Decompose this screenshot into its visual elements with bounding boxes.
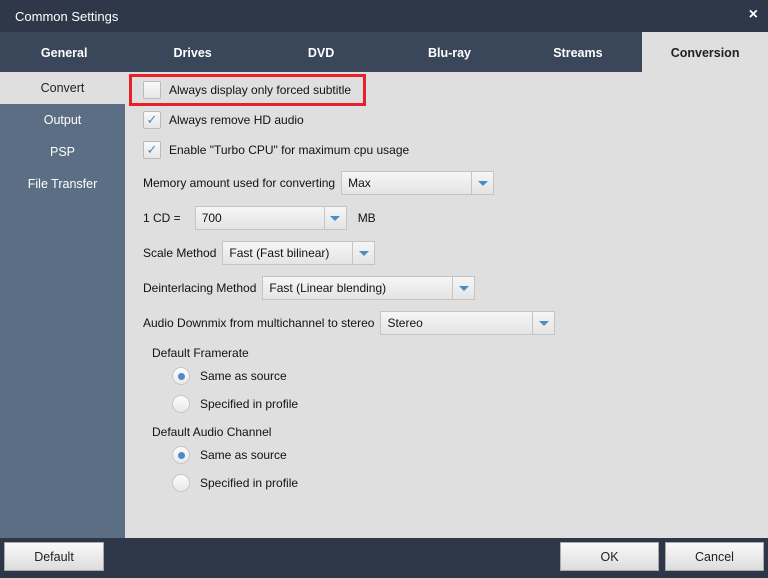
ok-button[interactable]: OK [560,542,659,571]
framerate-label: Default Framerate [152,346,249,360]
chevron-down-icon[interactable] [323,207,346,229]
footer-bar: Default OK Cancel [0,538,768,578]
cd-size-value: 700 [201,211,222,225]
checkbox-unchecked-icon[interactable] [143,81,161,99]
title-bar: Common Settings × [0,0,768,32]
sidebar-item-file-transfer[interactable]: File Transfer [0,168,125,200]
forced-subtitle-checkbox[interactable]: Always display only forced subtitle [143,81,351,99]
turbo-cpu-label: Enable "Turbo CPU" for maximum cpu usage [169,143,410,157]
default-button[interactable]: Default [4,542,104,571]
radio-icon[interactable] [172,474,190,492]
chevron-down-icon[interactable] [352,242,374,264]
audio-same-radio[interactable]: Same as source [172,446,287,464]
cancel-button[interactable]: Cancel [665,542,764,571]
sidebar: Convert Output PSP File Transfer [0,72,125,538]
memory-label: Memory amount used for converting [143,176,336,190]
radio-label: Same as source [200,369,287,383]
memory-select[interactable]: Max [341,171,495,195]
radio-selected-icon[interactable] [172,446,190,464]
radio-selected-icon[interactable] [172,367,190,385]
tab-general[interactable]: General [0,32,128,72]
tab-bar: General Drives DVD Blu-ray Streams Conve… [0,32,768,72]
radio-label: Same as source [200,448,287,462]
sidebar-item-convert[interactable]: Convert [0,72,125,104]
tab-drives[interactable]: Drives [128,32,256,72]
chevron-down-icon[interactable] [532,312,554,334]
window-title: Common Settings [15,9,119,24]
scale-method-label: Scale Method [143,246,217,260]
cd-size-select[interactable]: 700 [194,206,347,230]
downmix-label: Audio Downmix from multichannel to stere… [143,316,375,330]
cd-unit: MB [357,211,376,225]
tab-conversion[interactable]: Conversion [642,32,768,72]
framerate-same-radio[interactable]: Same as source [172,367,287,385]
downmix-select[interactable]: Stereo [380,311,556,335]
framerate-profile-radio[interactable]: Specified in profile [172,395,298,413]
downmix-value: Stereo [387,316,423,330]
deinterlacing-select[interactable]: Fast (Linear blending) [262,276,476,300]
deinterlacing-value: Fast (Linear blending) [269,281,387,295]
memory-value: Max [348,176,371,190]
sidebar-item-psp[interactable]: PSP [0,136,125,168]
remove-hd-audio-checkbox[interactable]: ✓ Always remove HD audio [143,111,304,129]
radio-icon[interactable] [172,395,190,413]
sidebar-item-output[interactable]: Output [0,104,125,136]
forced-subtitle-label: Always display only forced subtitle [169,83,352,97]
turbo-cpu-checkbox[interactable]: ✓ Enable "Turbo CPU" for maximum cpu usa… [143,141,409,159]
audio-channel-label: Default Audio Channel [152,425,272,439]
framerate-heading: Default Framerate [152,346,249,360]
chevron-down-icon[interactable] [452,277,474,299]
deinterlacing-label: Deinterlacing Method [143,281,257,295]
chevron-down-icon[interactable] [471,172,493,194]
checkmark-icon[interactable]: ✓ [143,111,161,129]
cd-label: 1 CD = [143,211,181,225]
tab-streams[interactable]: Streams [514,32,642,72]
radio-label: Specified in profile [200,476,299,490]
tab-bluray[interactable]: Blu-ray [385,32,513,72]
scale-method-select[interactable]: Fast (Fast bilinear) [222,241,376,265]
close-icon[interactable]: × [749,6,758,24]
tab-dvd[interactable]: DVD [257,32,385,72]
scale-method-value: Fast (Fast bilinear) [229,246,330,260]
remove-hd-audio-label: Always remove HD audio [169,113,304,127]
checkmark-icon[interactable]: ✓ [143,141,161,159]
audio-channel-heading: Default Audio Channel [152,425,271,439]
audio-profile-radio[interactable]: Specified in profile [172,474,298,492]
radio-label: Specified in profile [200,397,299,411]
